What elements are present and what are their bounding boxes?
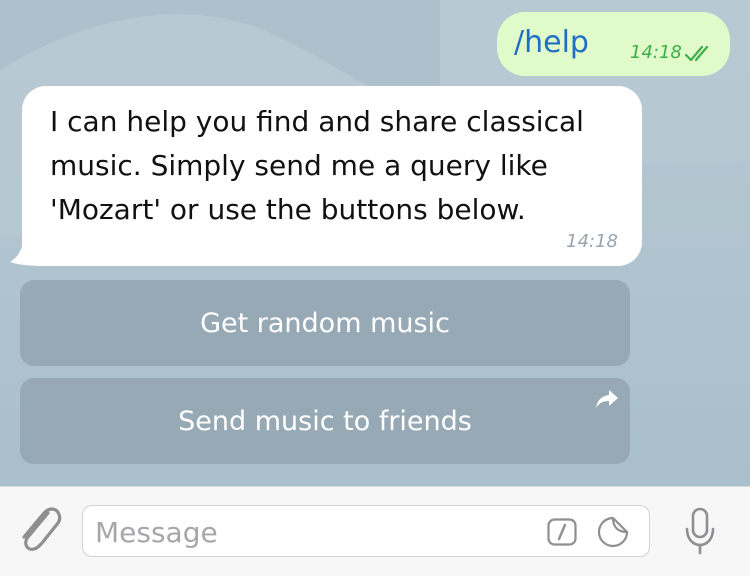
- message-composer: [0, 486, 750, 576]
- send-music-to-friends-button[interactable]: Send music to friends: [20, 378, 630, 464]
- outgoing-message-text: /help: [514, 25, 589, 60]
- share-arrow-icon: [596, 390, 618, 408]
- message-input-field[interactable]: [82, 505, 650, 557]
- incoming-message-bubble: I can help you find and share classical …: [22, 86, 642, 266]
- get-random-music-label: Get random music: [200, 307, 450, 339]
- sticker-icon[interactable]: [597, 516, 629, 548]
- message-input[interactable]: [93, 512, 537, 552]
- incoming-message-time: 14:18: [566, 231, 618, 252]
- bot-command-icon[interactable]: [547, 518, 577, 546]
- get-random-music-button[interactable]: Get random music: [20, 280, 630, 366]
- outgoing-message-bubble[interactable]: /help 14:18: [497, 12, 730, 76]
- paperclip-icon[interactable]: [14, 503, 62, 559]
- chat-background: /help 14:18 I can help you find and shar…: [0, 0, 750, 486]
- incoming-message-text: I can help you find and share classical …: [50, 105, 584, 226]
- double-check-read-icon: [684, 45, 709, 62]
- send-music-to-friends-label: Send music to friends: [178, 405, 472, 437]
- outgoing-message-time: 14:18: [630, 42, 682, 63]
- microphone-icon[interactable]: [684, 507, 716, 559]
